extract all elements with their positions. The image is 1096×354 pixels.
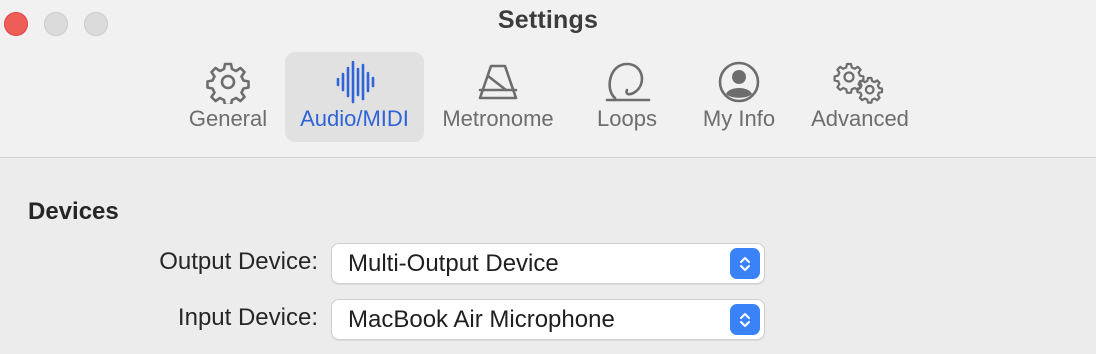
output-device-label: Output Device: [159, 248, 318, 275]
tab-loops[interactable]: Loops [582, 52, 672, 142]
input-device-select[interactable]: MacBook Air Microphone [331, 299, 765, 340]
input-device-value: MacBook Air Microphone [348, 306, 615, 333]
window-title: Settings [497, 6, 599, 34]
popup-stepper-icon [730, 248, 760, 279]
tab-general-label: General [188, 106, 268, 131]
tab-audio-midi[interactable]: Audio/MIDI [285, 52, 424, 142]
tab-metronome-label: Metronome [442, 106, 554, 131]
output-device-value: Multi-Output Device [348, 250, 559, 277]
output-device-select[interactable]: Multi-Output Device [331, 243, 765, 284]
tab-my-info[interactable]: My Info [694, 52, 784, 142]
gear-icon [183, 58, 273, 106]
tab-general[interactable]: General [183, 52, 273, 142]
metronome-icon [432, 58, 564, 106]
tab-audio-midi-label: Audio/MIDI [300, 106, 409, 131]
tab-my-info-label: My Info [702, 106, 776, 131]
devices-section-title: Devices [28, 198, 119, 225]
gears-icon [800, 58, 920, 106]
tab-loops-label: Loops [597, 106, 657, 131]
person-circle-icon [694, 58, 784, 106]
input-device-label: Input Device: [177, 304, 318, 331]
tab-metronome[interactable]: Metronome [432, 52, 564, 142]
popup-stepper-icon [730, 304, 760, 335]
tab-advanced[interactable]: Advanced [800, 52, 920, 142]
window-titlebar: Settings General Audio/MIDI Metronome Lo… [0, 0, 1096, 158]
loop-icon [582, 58, 672, 106]
waveform-icon [285, 58, 424, 106]
tab-advanced-label: Advanced [811, 106, 909, 131]
